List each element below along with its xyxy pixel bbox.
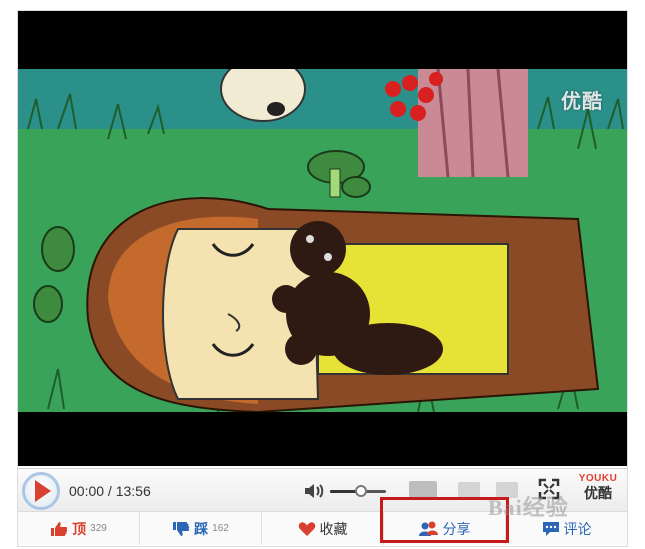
- youku-watermark: 优酷: [561, 91, 603, 113]
- like-label: 顶: [72, 520, 87, 537]
- time-display: 00:00 / 13:56: [69, 483, 151, 499]
- thumbs-up-icon: [51, 521, 68, 536]
- video-frame-illustration: [18, 69, 627, 412]
- play-icon: [35, 480, 51, 502]
- baidu-jingyan-watermark: Bai经验: [488, 495, 569, 520]
- video-player: 优酷 00:00 / 13:56 YOUKU 优酷 顶 329 踩 162 收藏…: [17, 10, 628, 547]
- youku-logo[interactable]: YOUKU 优酷: [574, 473, 622, 509]
- like-count: 329: [90, 523, 107, 534]
- dog-nose: [267, 102, 285, 116]
- volume-icon[interactable]: [303, 481, 325, 501]
- heart-icon: [298, 521, 315, 536]
- thumbs-down-icon: [173, 521, 190, 536]
- logo-en: YOUKU: [578, 473, 618, 484]
- comment-icon: [542, 521, 559, 536]
- like-button[interactable]: 顶 329: [18, 512, 140, 545]
- favorite-label: 收藏: [319, 520, 348, 537]
- volume-knob[interactable]: [354, 485, 367, 497]
- volume-slider[interactable]: [330, 485, 386, 497]
- video-area[interactable]: 优酷: [18, 11, 627, 466]
- sky-band: [18, 69, 627, 129]
- logo-cn: 优酷: [584, 485, 612, 501]
- dislike-count: 162: [212, 523, 229, 534]
- play-button[interactable]: [22, 472, 60, 510]
- dislike-button[interactable]: 踩 162: [140, 512, 262, 545]
- bear-eye-2: [324, 253, 332, 261]
- bear-eye: [306, 235, 314, 243]
- loop-icon[interactable]: [458, 482, 480, 498]
- dislike-label: 踩: [194, 520, 209, 537]
- favorite-button[interactable]: 收藏: [262, 512, 384, 545]
